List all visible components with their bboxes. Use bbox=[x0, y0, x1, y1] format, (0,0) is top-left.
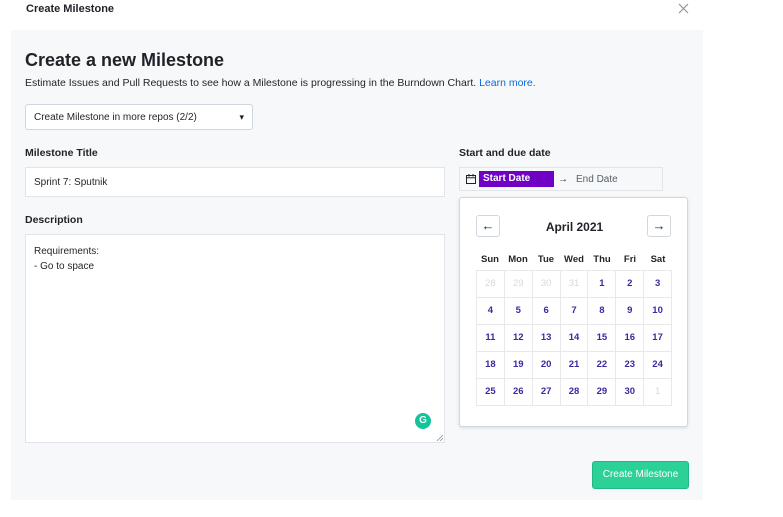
date-range-input[interactable]: Start Date → End Date bbox=[459, 167, 663, 191]
calendar-day[interactable]: 1 bbox=[588, 271, 617, 298]
calendar-popover: ← April 2021 → Sun Mon Tue Wed Thu Fri Sat 28 2… bbox=[459, 197, 688, 427]
modal-header: Create Milestone bbox=[0, 0, 703, 30]
calendar-day[interactable]: 16 bbox=[616, 325, 645, 352]
calendar-week-row: 11 12 13 14 15 16 17 bbox=[477, 325, 673, 352]
description-text: Estimate Issues and Pull Requests to see… bbox=[25, 77, 536, 89]
modal-title: Create Milestone bbox=[26, 3, 115, 15]
arrow-right-icon: → bbox=[558, 173, 568, 185]
calendar-week-row: 18 19 20 21 22 23 24 bbox=[477, 352, 673, 379]
weekday-label: Tue bbox=[537, 254, 555, 265]
calendar-day[interactable]: 23 bbox=[616, 352, 645, 379]
weekday-label: Thu bbox=[593, 254, 611, 265]
calendar-day[interactable]: 7 bbox=[560, 298, 589, 325]
calendar-day[interactable]: 12 bbox=[504, 325, 533, 352]
calendar-day[interactable]: 19 bbox=[504, 352, 533, 379]
create-milestone-button[interactable]: Create Milestone bbox=[592, 461, 689, 489]
calendar-day[interactable]: 15 bbox=[588, 325, 617, 352]
date-range-label: Start and due date bbox=[459, 147, 551, 159]
weekday-label: Wed bbox=[564, 254, 584, 265]
calendar-weeks: 28 29 30 31 1 2 3 4 5 6 7 8 9 10 11 12 13 14 15 16 17 18 19 20 2… bbox=[476, 270, 673, 406]
calendar-day[interactable]: 21 bbox=[560, 352, 589, 379]
weekday-label: Sun bbox=[481, 254, 499, 265]
calendar-week-row: 4 5 6 7 8 9 10 bbox=[477, 298, 673, 325]
arrow-right-icon: → bbox=[652, 218, 666, 233]
calendar-day[interactable]: 29 bbox=[588, 379, 617, 406]
start-date-field[interactable]: Start Date bbox=[479, 171, 554, 187]
learn-more-link[interactable]: Learn more. bbox=[479, 77, 536, 89]
chevron-down-icon: ▾ bbox=[239, 111, 244, 122]
calendar-day-outside-month: 1 bbox=[644, 379, 673, 406]
calendar-grid: Sun Mon Tue Wed Thu Fri Sat 28 29 30 31 1 2 3 4 5 6 7 8 9 1… bbox=[476, 250, 673, 406]
calendar-day[interactable]: 20 bbox=[532, 352, 561, 379]
calendar-day[interactable]: 11 bbox=[477, 325, 505, 352]
calendar-day[interactable]: 22 bbox=[588, 352, 617, 379]
calendar-day[interactable]: 30 bbox=[616, 379, 645, 406]
calendar-day[interactable]: 14 bbox=[560, 325, 589, 352]
calendar-icon bbox=[466, 174, 476, 184]
calendar-day[interactable]: 3 bbox=[644, 271, 673, 298]
calendar-day[interactable]: 17 bbox=[644, 325, 673, 352]
weekday-header: Sun Mon Tue Wed Thu Fri Sat bbox=[476, 250, 672, 270]
description-label: Description bbox=[25, 214, 83, 226]
calendar-day-outside-month: 28 bbox=[477, 271, 505, 298]
page-title: Create a new Milestone bbox=[25, 50, 225, 70]
calendar-day[interactable]: 4 bbox=[477, 298, 505, 325]
calendar-day[interactable]: 27 bbox=[532, 379, 561, 406]
calendar-week-row: 25 26 27 28 29 30 1 bbox=[477, 379, 673, 406]
calendar-day[interactable]: 26 bbox=[504, 379, 533, 406]
calendar-day[interactable]: 13 bbox=[532, 325, 561, 352]
end-date-field[interactable]: End Date bbox=[576, 174, 618, 185]
close-icon[interactable] bbox=[674, 0, 692, 18]
calendar-day[interactable]: 25 bbox=[477, 379, 505, 406]
calendar-week-row: 28 29 30 31 1 2 3 bbox=[477, 271, 673, 298]
milestone-title-input[interactable] bbox=[25, 167, 445, 197]
weekday-label: Mon bbox=[508, 254, 528, 265]
calendar-day[interactable]: 5 bbox=[504, 298, 533, 325]
calendar-day[interactable]: 8 bbox=[588, 298, 617, 325]
weekday-label: Sat bbox=[650, 254, 666, 265]
resize-grip-icon[interactable] bbox=[436, 434, 443, 441]
description-copy: Estimate Issues and Pull Requests to see… bbox=[25, 77, 477, 89]
calendar-day-outside-month: 30 bbox=[532, 271, 561, 298]
milestone-title-label: Milestone Title bbox=[25, 147, 98, 159]
calendar-day[interactable]: 9 bbox=[616, 298, 645, 325]
calendar-day[interactable]: 24 bbox=[644, 352, 673, 379]
next-month-button[interactable]: → bbox=[647, 215, 671, 237]
description-textarea[interactable]: Requirements: - Go to space bbox=[25, 234, 445, 443]
repo-select-dropdown[interactable]: Create Milestone in more repos (2/2) ▾ bbox=[25, 104, 253, 130]
calendar-day[interactable]: 6 bbox=[532, 298, 561, 325]
grammarly-icon[interactable]: G bbox=[415, 413, 431, 429]
weekday-label: Fri bbox=[623, 254, 637, 265]
calendar-day[interactable]: 18 bbox=[477, 352, 505, 379]
repo-select-label: Create Milestone in more repos (2/2) bbox=[34, 111, 197, 123]
calendar-day[interactable]: 2 bbox=[616, 271, 645, 298]
calendar-day[interactable]: 28 bbox=[560, 379, 589, 406]
calendar-day[interactable]: 10 bbox=[644, 298, 673, 325]
calendar-day-outside-month: 29 bbox=[504, 271, 533, 298]
calendar-day-outside-month: 31 bbox=[560, 271, 589, 298]
